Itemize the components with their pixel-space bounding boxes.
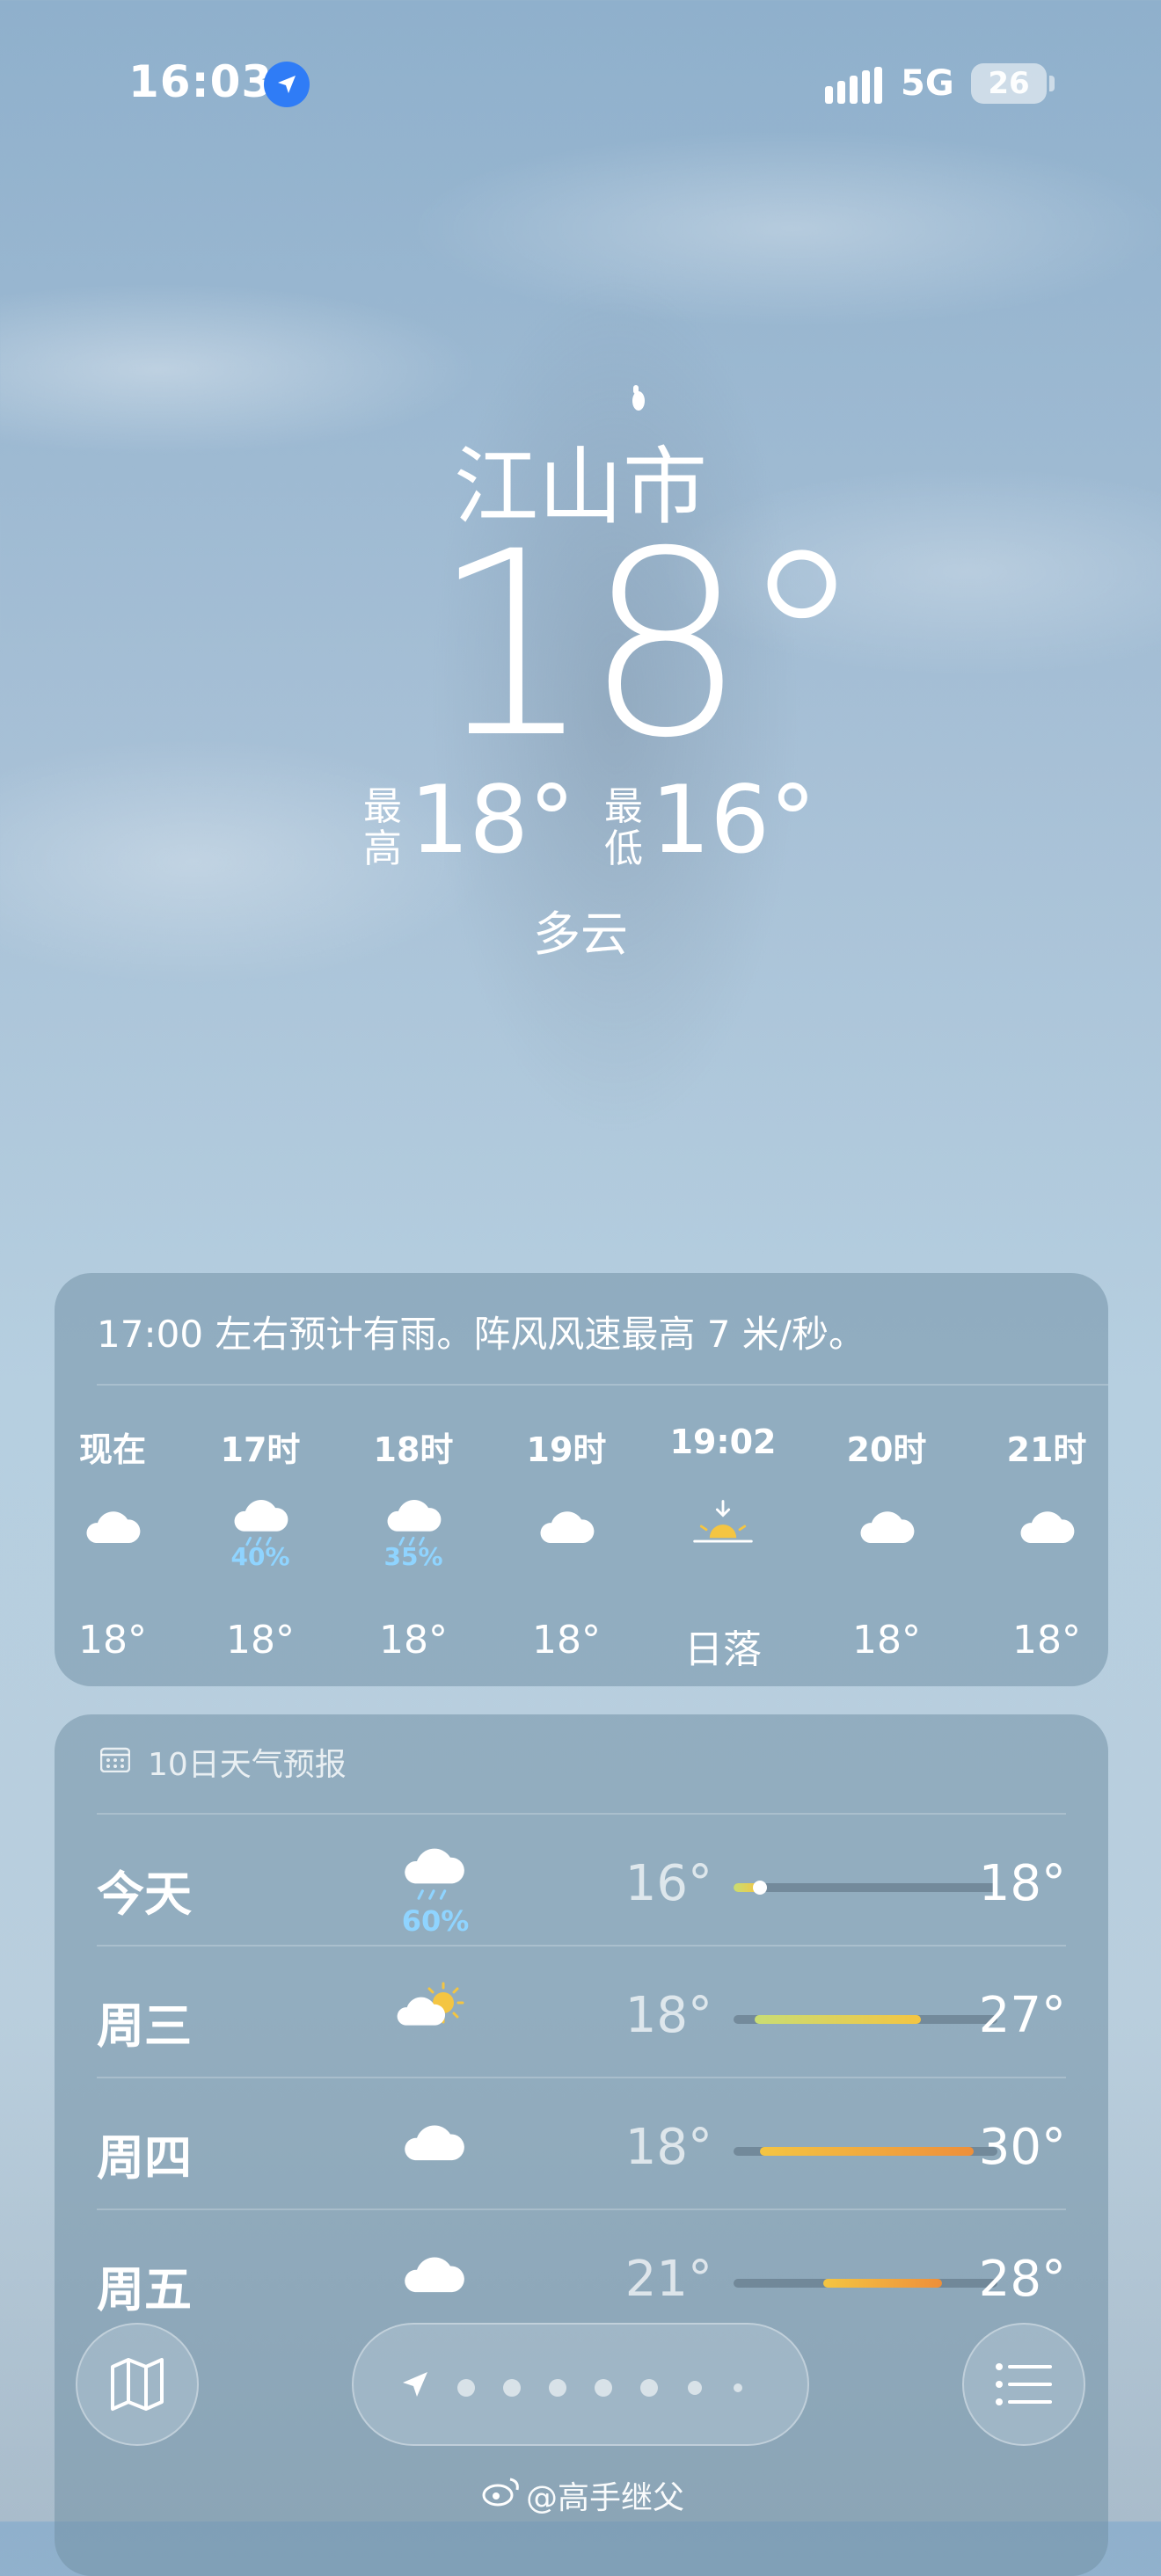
weibo-logo-icon: [482, 2478, 519, 2507]
row-divider: [97, 1945, 1066, 1947]
city-list-button[interactable]: [962, 2323, 1085, 2446]
current-location-icon: [403, 2372, 427, 2397]
hour-temperature: 18°: [532, 1618, 601, 1663]
precip-chance: 60%: [401, 1904, 470, 1938]
hour-label: 18时: [373, 1430, 454, 1469]
low-temperature: 16°: [651, 766, 816, 874]
high-temperature: 18°: [410, 766, 575, 874]
day-name: 周三: [97, 1998, 192, 2054]
signal-icon: [825, 67, 882, 104]
watermark: @高手继父: [526, 2480, 685, 2516]
map-icon: [111, 2358, 164, 2411]
low-temperature: 21°: [624, 2251, 712, 2308]
day-name: 周四: [97, 2130, 192, 2186]
page-dot[interactable]: [640, 2379, 658, 2397]
temperature-range-bar: [734, 2147, 997, 2156]
hour-temperature: 18°: [78, 1618, 147, 1663]
precip-chance: 35%: [383, 1542, 443, 1571]
page-dot[interactable]: [688, 2381, 702, 2395]
high-label-text: 最高: [363, 784, 402, 871]
location-marker-icon: [632, 385, 645, 411]
hourly-forecast-card[interactable]: 17:00 左右预计有雨。阵风风速最高 7 米/秒。 现在 18° 17时 40% 18…: [55, 1273, 1108, 1686]
day-name: 周五: [97, 2262, 192, 2318]
hour-temperature: 18°: [852, 1618, 921, 1663]
hour-temperature: 18°: [226, 1618, 295, 1663]
battery-icon: 26: [971, 63, 1047, 104]
page-dot[interactable]: [457, 2379, 475, 2397]
temperature-range-bar: [734, 1881, 997, 1895]
cloud-icon: [1013, 1493, 1080, 1560]
hour-label: 现在: [78, 1430, 146, 1469]
daily-row[interactable]: 今天 60% 16° 18°: [97, 1816, 1066, 1948]
hour-label: 19:02: [669, 1423, 777, 1461]
hour-label: 17时: [220, 1430, 301, 1469]
precip-chance: 40%: [230, 1542, 290, 1571]
hourly-item: 20时 18°: [816, 1423, 957, 1663]
high-temperature: 27°: [978, 1987, 1066, 2044]
high-temperature: 18°: [978, 1855, 1066, 1912]
temperature-range-bar: [734, 2015, 997, 2024]
cloud-icon: [853, 1493, 920, 1560]
sun-cloud-icon: [396, 1976, 471, 2043]
list-icon: [996, 2363, 1052, 2405]
battery-level: 26: [988, 66, 1030, 101]
hourly-item: 21时 18°: [976, 1423, 1108, 1663]
forecast-summary: 17:00 左右预计有雨。阵风风速最高 7 米/秒。: [97, 1313, 865, 1356]
hourly-item: 19:02 日落: [653, 1423, 793, 1672]
hour-temperature: 日落: [684, 1627, 762, 1672]
ten-day-title: 10日天气预报: [148, 1747, 347, 1783]
status-time: 16:03: [128, 56, 274, 107]
location-arrow-icon: [264, 62, 310, 107]
row-divider: [97, 1813, 1066, 1815]
current-temperature: 18°: [431, 498, 865, 794]
temperature-range-bar: [734, 2279, 997, 2288]
ten-day-forecast-card[interactable]: 10日天气预报 今天 60% 16° 18° 周三 18° 27° 周四 18° 30° 周五 21°…: [55, 1714, 1108, 2576]
cloud-rain-icon: [396, 1845, 471, 1911]
page-dot[interactable]: [549, 2379, 566, 2397]
hour-temperature: 18°: [1012, 1618, 1081, 1663]
low-temperature: 18°: [624, 1987, 712, 2044]
cloud-icon: [396, 2240, 471, 2307]
hourly-item: 19时 18°: [496, 1423, 637, 1663]
network-type: 5G: [901, 63, 954, 104]
map-button[interactable]: [76, 2323, 199, 2446]
battery-tip: [1049, 76, 1055, 91]
hour-label: 19时: [526, 1430, 607, 1469]
sunset-icon: [690, 1493, 756, 1560]
low-label: 最低: [603, 786, 644, 870]
temperature-range-fill: [760, 2147, 974, 2156]
current-temperature-marker: [753, 1881, 767, 1895]
temperature-range-fill: [823, 2279, 942, 2288]
weather-condition: 多云: [533, 906, 628, 962]
cloud-icon: [396, 2108, 471, 2175]
location-pager[interactable]: [352, 2323, 809, 2446]
low-temperature: 18°: [624, 2119, 712, 2176]
hourly-item: 现在 18°: [55, 1423, 183, 1663]
hour-label: 20时: [846, 1430, 927, 1469]
hourly-item: 17时 40% 18°: [190, 1423, 331, 1663]
day-name: 今天: [97, 1867, 192, 1922]
page-dot[interactable]: [595, 2379, 612, 2397]
row-divider: [97, 2209, 1066, 2210]
page-dot[interactable]: [503, 2379, 521, 2397]
high-temperature: 28°: [978, 2251, 1066, 2308]
daily-row[interactable]: 周三 18° 27°: [97, 1948, 1066, 2080]
daily-row[interactable]: 周四 18° 30°: [97, 2080, 1066, 2212]
cloud-icon: [79, 1493, 146, 1560]
low-temperature: 16°: [624, 1855, 712, 1912]
temperature-range-fill: [755, 2015, 921, 2024]
row-divider: [97, 2077, 1066, 2078]
low-label-text: 最低: [604, 784, 643, 871]
card-divider: [97, 1384, 1108, 1386]
cloud-icon: [533, 1493, 600, 1560]
high-label: 最高: [362, 786, 403, 870]
calendar-icon: [100, 1747, 130, 1772]
hour-label: 21时: [1006, 1430, 1087, 1469]
hour-temperature: 18°: [379, 1618, 448, 1663]
page-dot[interactable]: [734, 2383, 742, 2392]
hourly-item: 18时 35% 18°: [343, 1423, 484, 1663]
high-temperature: 30°: [978, 2119, 1066, 2176]
